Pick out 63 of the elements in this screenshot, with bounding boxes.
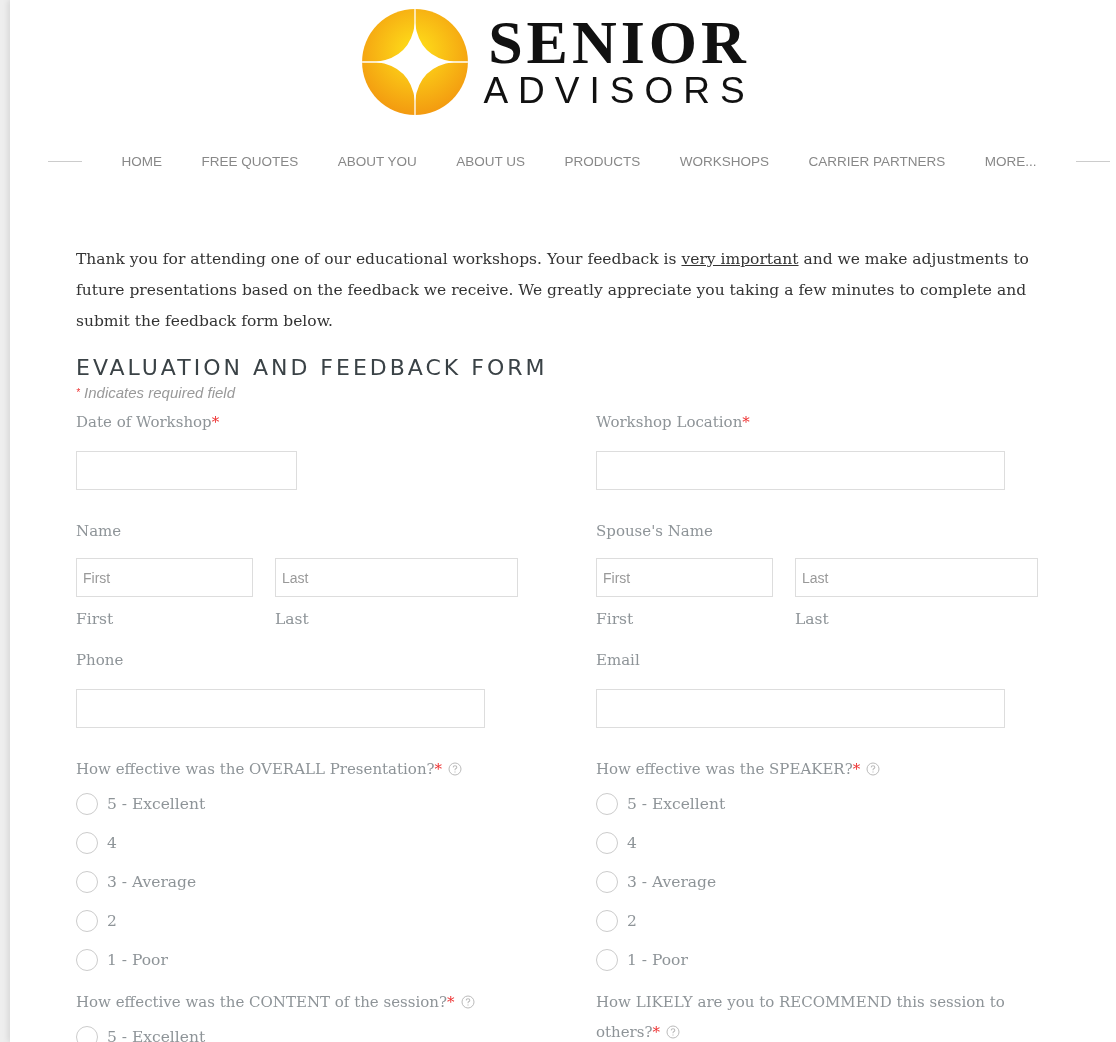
radio-circle[interactable]: [596, 948, 618, 971]
name-field[interactable]: Last: [275, 558, 518, 597]
radio-circle[interactable]: [76, 831, 98, 854]
nav-link[interactable]: MORE...: [984, 153, 1037, 169]
nav-link[interactable]: CARRIER PARTNERS: [808, 153, 946, 169]
radio-option[interactable]: 5 - Excellent: [76, 1017, 576, 1042]
radio-circle[interactable]: [76, 1025, 98, 1042]
text-field[interactable]: [596, 451, 1005, 490]
radio-circle[interactable]: [596, 870, 618, 893]
logo-title: SENIOR: [488, 13, 750, 71]
field-caption: First: [76, 609, 115, 630]
nav-link[interactable]: ABOUT YOU: [337, 153, 417, 169]
name-field[interactable]: Last: [795, 558, 1038, 597]
radio-option[interactable]: 4: [596, 823, 1040, 862]
field-caption: First: [596, 609, 635, 630]
radio-option[interactable]: 3 - Average: [596, 862, 1040, 901]
radio-option[interactable]: 2: [596, 901, 1040, 940]
help-icon[interactable]: [448, 762, 463, 776]
sun-logo-icon: [361, 8, 470, 116]
field-label: Workshop Location*: [596, 412, 751, 433]
field-label: How effective was the SPEAKER?*: [596, 754, 1040, 784]
nav-link[interactable]: PRODUCTS: [564, 153, 641, 169]
radio-circle[interactable]: [76, 909, 98, 932]
nav-link[interactable]: FREE QUOTES: [201, 153, 299, 169]
nav-link[interactable]: WORKSHOPS: [679, 153, 769, 169]
radio-option[interactable]: 4: [76, 823, 576, 862]
text-field[interactable]: [596, 689, 1005, 728]
radio-circle[interactable]: [596, 792, 618, 815]
field-label: Name: [76, 521, 123, 542]
radio-option[interactable]: 2: [76, 901, 576, 940]
field-label: How LIKELY are you to RECOMMEND this session to others?*: [596, 992, 1006, 1042]
field-label: Email: [596, 650, 641, 671]
required-note: * Indicates required field: [76, 383, 237, 403]
radio-option[interactable]: 3 - Average: [76, 862, 576, 901]
nav-link[interactable]: HOME: [121, 153, 162, 169]
radio-option[interactable]: 1 - Poor: [596, 940, 1040, 979]
radio-option[interactable]: 5 - Excellent: [596, 784, 1040, 823]
field-label: Spouse's Name: [596, 521, 714, 542]
emphasis-link[interactable]: very important: [681, 250, 799, 268]
radio-circle[interactable]: [76, 948, 98, 971]
radio-circle[interactable]: [76, 870, 98, 893]
nav-link[interactable]: ABOUT US: [456, 153, 525, 169]
name-field[interactable]: First: [596, 558, 773, 597]
intro-paragraph: Thank you for attending one of our educational workshops. Your feedback is very important and we make adjustments to future presentations based on the feedback we receive. We greatly appreciate you taking a few minutes to complete and submit the feedback form below.: [76, 249, 1030, 332]
help-icon[interactable]: [666, 1025, 680, 1039]
radio-option[interactable]: 5 - Excellent: [76, 784, 576, 823]
help-icon[interactable]: [460, 995, 475, 1009]
name-field[interactable]: First: [76, 558, 253, 597]
text-field[interactable]: [76, 451, 297, 490]
logo-subtitle: ADVISORS: [483, 71, 755, 111]
form-title: EVALUATION AND FEEDBACK FORM: [76, 354, 549, 382]
radio-option[interactable]: 1 - Poor: [76, 940, 576, 979]
radio-circle[interactable]: [596, 909, 618, 932]
help-icon[interactable]: [866, 762, 881, 776]
field-label: Date of Workshop*: [76, 412, 221, 433]
field-caption: Last: [795, 609, 830, 630]
radio-circle[interactable]: [76, 792, 98, 815]
radio-circle[interactable]: [596, 831, 618, 854]
field-label: How effective was the CONTENT of the session?*: [76, 987, 576, 1017]
field-label: Phone: [76, 650, 125, 671]
field-caption: Last: [275, 609, 310, 630]
text-field[interactable]: [76, 689, 485, 728]
field-label: How effective was the OVERALL Presentation?*: [76, 754, 576, 784]
